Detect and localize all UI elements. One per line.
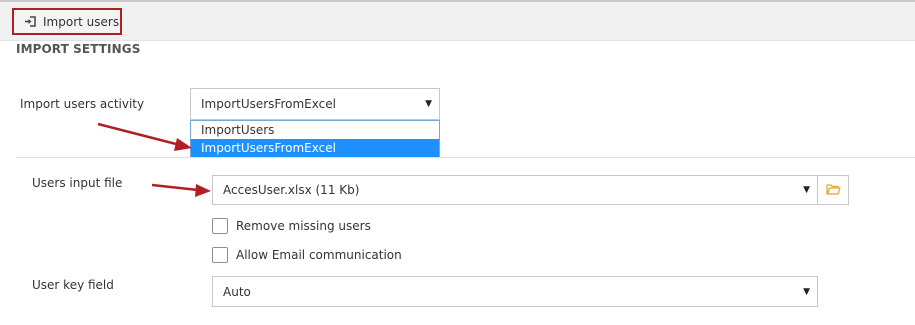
annotation-arrow-activity — [97, 122, 192, 151]
annotation-arrows — [97, 122, 211, 197]
annotation-arrow-file — [151, 183, 211, 197]
